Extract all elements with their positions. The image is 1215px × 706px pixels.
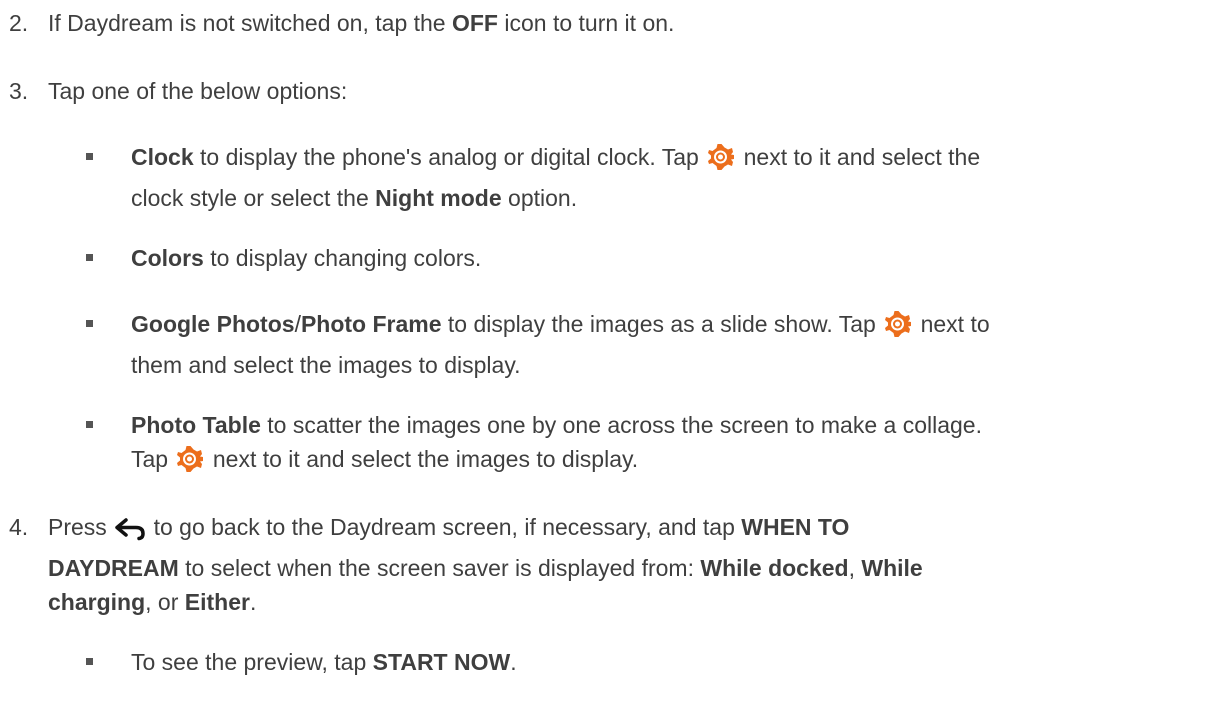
option-text: Photo Table to scatter the images one by… [131, 408, 1211, 483]
page: { "steps": [ {"num": "2.", "a": "If Dayd… [0, 0, 1215, 706]
gear-icon [174, 444, 206, 483]
step-number: 2. [9, 10, 29, 36]
gear-icon [882, 309, 914, 348]
step-text: Press to go back to the Daydream screen,… [48, 514, 923, 615]
option-text: Clock to display the phone's analog or d… [131, 142, 981, 211]
step-number: 4. [9, 514, 29, 540]
gear-icon [705, 142, 737, 181]
step-number: 3. [9, 78, 29, 104]
step-text: Tap one of the below options: [48, 78, 348, 104]
step-text: If Daydream is not switched on, tap the … [48, 10, 675, 36]
option-text: Colors to display changing colors. [131, 245, 482, 271]
preview-note-text: To see the preview, tap START NOW. [131, 649, 517, 675]
back-arrow-icon [113, 516, 147, 551]
bullet-icon [86, 421, 93, 428]
bullet-icon [86, 320, 93, 327]
bullet-icon [86, 153, 93, 160]
bullet-icon [86, 658, 93, 665]
bullet-icon [86, 254, 93, 261]
option-text: Google Photos/Photo Frame to display the… [131, 309, 990, 378]
